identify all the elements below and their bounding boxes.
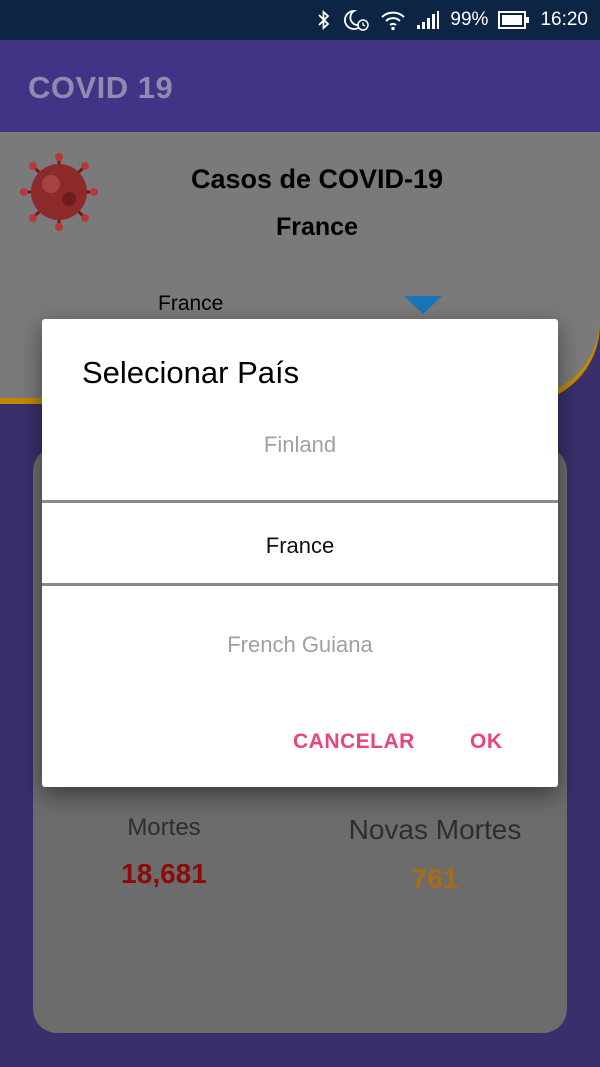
cancel-button[interactable]: CANCELAR [293, 730, 415, 754]
header-country: France [276, 213, 358, 241]
bluetooth-icon [318, 9, 330, 31]
clock: 16:20 [540, 9, 588, 30]
new-deaths-label: Novas Mortes [348, 814, 522, 845]
picker-option-french-guiana[interactable]: French Guiana [42, 632, 558, 658]
spinner-dropdown-icon[interactable] [404, 296, 442, 314]
picker-option-finland[interactable]: Finland [42, 432, 558, 458]
night-mode-icon [344, 10, 370, 31]
picker-divider-top [42, 500, 558, 503]
app-bar: COVID 19 [0, 40, 600, 132]
wifi-icon [381, 11, 406, 31]
country-picker-dialog: Selecionar País Finland France French Gu… [42, 319, 558, 787]
battery-icon [498, 11, 530, 29]
picker-option-france[interactable]: France [42, 533, 558, 559]
header-title: Casos de COVID-19 [190, 164, 444, 194]
country-spinner[interactable]: France [158, 292, 223, 316]
battery-percent: 99% [450, 9, 489, 30]
signal-icon [417, 11, 440, 29]
status-icons: 99% 16:20 [316, 8, 588, 32]
status-bar: 99% 16:20 [0, 0, 600, 40]
ok-button[interactable]: OK [470, 730, 503, 754]
deaths-label: Mortes [127, 814, 201, 841]
dialog-title: Selecionar País [82, 355, 300, 390]
new-deaths-value: 761 [411, 863, 459, 894]
deaths-value: 18,681 [121, 858, 207, 889]
app-title: COVID 19 [28, 70, 174, 105]
picker-divider-bottom [42, 583, 558, 586]
